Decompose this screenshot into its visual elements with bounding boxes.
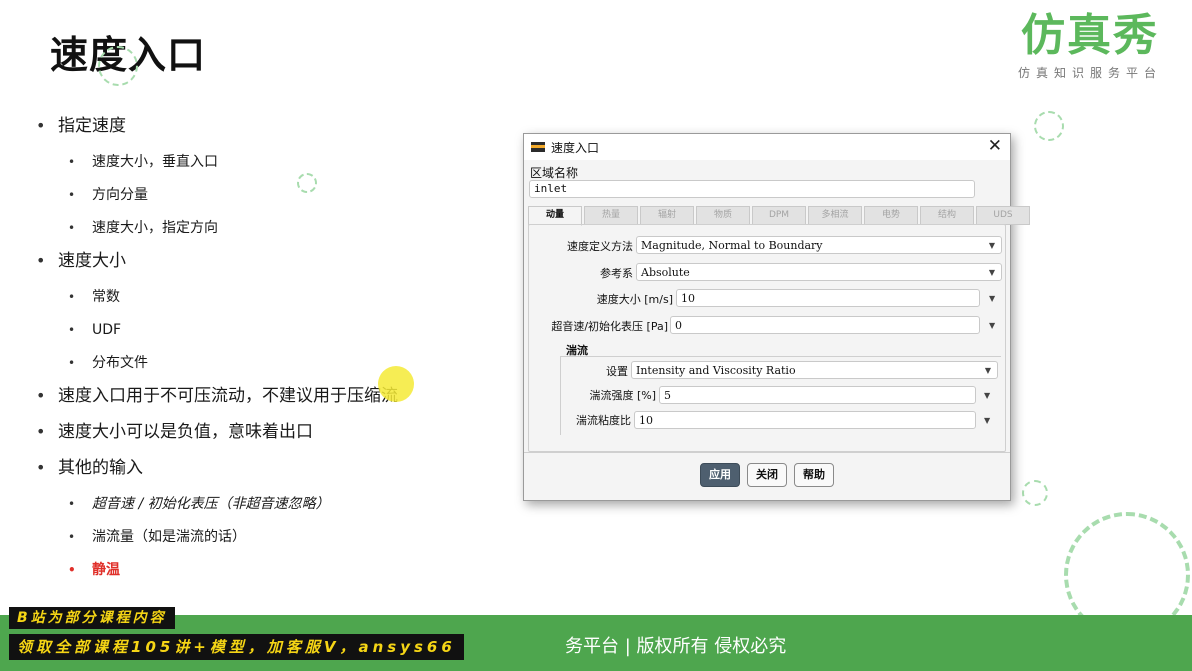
help-button[interactable]: 帮助 bbox=[794, 463, 834, 487]
promo-overlay-line1: B站为部分课程内容 bbox=[9, 607, 175, 629]
velocity-magnitude-input[interactable]: 10 bbox=[676, 289, 980, 307]
sub-bullet-item: UDF bbox=[36, 316, 476, 349]
tab-bar: 动量 热量 辐射 物质 DPM 多相流 电势 结构 UDS bbox=[528, 206, 1032, 226]
bullet-list: 指定速度 速度大小，垂直入口 方向分量 速度大小，指定方向 速度大小 常数 UD… bbox=[36, 112, 476, 589]
velocity-method-value: Magnitude, Normal to Boundary bbox=[641, 239, 823, 252]
logo-main: 仿真秀 bbox=[1021, 10, 1159, 61]
velocity-method-select[interactable]: Magnitude, Normal to Boundary ▼ bbox=[636, 236, 1002, 254]
tab-momentum[interactable]: 动量 bbox=[528, 206, 582, 226]
turbulence-spec-value: Intensity and Viscosity Ratio bbox=[636, 364, 796, 377]
dialog-title: 速度入口 bbox=[551, 140, 600, 155]
sub-bullet-item: 超音速 / 初始化表压（非超音速忽略） bbox=[36, 490, 476, 523]
sub-bullet-item: 速度大小，指定方向 bbox=[36, 214, 476, 247]
chevron-down-icon[interactable]: ▼ bbox=[984, 391, 990, 400]
footer-copyright-text: 务平台 | 版权所有 侵权必究 bbox=[565, 636, 787, 657]
velocity-inlet-dialog: 速度入口 ✕ 区域名称 inlet 动量 热量 辐射 物质 DPM 多相流 电势… bbox=[523, 133, 1030, 501]
fluent-app-icon bbox=[531, 142, 545, 152]
logo-subtitle: 仿真知识服务平台 bbox=[1017, 66, 1162, 80]
logo: 仿真秀 仿真知识服务平台 bbox=[1010, 10, 1170, 81]
chevron-down-icon[interactable]: ▼ bbox=[989, 294, 995, 303]
chevron-down-icon: ▼ bbox=[988, 241, 995, 250]
sub-bullet-item-highlight: 静温 bbox=[36, 556, 476, 589]
turbulent-intensity-input[interactable]: 5 bbox=[659, 386, 976, 404]
velocity-method-label: 速度定义方法 bbox=[567, 240, 633, 253]
dialog-titlebar[interactable]: 速度入口 ✕ bbox=[524, 134, 1010, 160]
zone-name-input[interactable]: inlet bbox=[529, 180, 975, 198]
chevron-down-icon: ▼ bbox=[984, 366, 991, 375]
cursor-highlight bbox=[378, 366, 414, 402]
gauge-pressure-label: 超音速/初始化表压 [Pa] bbox=[551, 320, 668, 333]
apply-button[interactable]: 应用 bbox=[700, 463, 740, 487]
close-button[interactable]: 关闭 bbox=[747, 463, 787, 487]
turbulent-intensity-label: 湍流强度 [%] bbox=[589, 389, 656, 402]
tab-uds[interactable]: UDS bbox=[976, 206, 1030, 225]
reference-frame-label: 参考系 bbox=[600, 267, 633, 280]
tab-dpm[interactable]: DPM bbox=[752, 206, 806, 225]
decorative-circle bbox=[98, 46, 138, 86]
decorative-circle bbox=[1034, 111, 1064, 141]
tab-species[interactable]: 物质 bbox=[696, 206, 750, 225]
tab-structure[interactable]: 结构 bbox=[920, 206, 974, 225]
sub-bullet-item: 方向分量 bbox=[36, 181, 476, 214]
decorative-circle bbox=[1022, 480, 1048, 506]
tab-multiphase[interactable]: 多相流 bbox=[808, 206, 862, 225]
bullet-item: 指定速度 bbox=[36, 112, 476, 148]
bullet-item: 其他的输入 bbox=[36, 454, 476, 490]
dialog-footer-divider bbox=[524, 452, 1010, 453]
promo-overlay-line2: 领取全部课程105讲+模型，加客服V，ansys66 bbox=[9, 634, 464, 660]
turbulence-title: 湍流 bbox=[566, 344, 588, 357]
zone-name-label: 区域名称 bbox=[530, 166, 579, 180]
bullet-item: 速度大小可以是负值，意味着出口 bbox=[36, 418, 476, 454]
tab-potential[interactable]: 电势 bbox=[864, 206, 918, 225]
turbulence-spec-label: 设置 bbox=[606, 365, 628, 378]
viscosity-ratio-input[interactable]: 10 bbox=[634, 411, 976, 429]
chevron-down-icon: ▼ bbox=[988, 268, 995, 277]
velocity-magnitude-label: 速度大小 [m/s] bbox=[596, 293, 673, 306]
tab-radiation[interactable]: 辐射 bbox=[640, 206, 694, 225]
chevron-down-icon[interactable]: ▼ bbox=[989, 321, 995, 330]
reference-frame-value: Absolute bbox=[641, 266, 690, 279]
gauge-pressure-input[interactable]: 0 bbox=[670, 316, 980, 334]
sub-bullet-item: 速度大小，垂直入口 bbox=[36, 148, 476, 181]
tab-thermal[interactable]: 热量 bbox=[584, 206, 638, 225]
reference-frame-select[interactable]: Absolute ▼ bbox=[636, 263, 1002, 281]
turbulence-spec-select[interactable]: Intensity and Viscosity Ratio ▼ bbox=[631, 361, 998, 379]
viscosity-ratio-label: 湍流粘度比 bbox=[576, 414, 631, 427]
chevron-down-icon[interactable]: ▼ bbox=[984, 416, 990, 425]
bullet-item: 速度大小 bbox=[36, 247, 476, 283]
sub-bullet-item: 常数 bbox=[36, 283, 476, 316]
sub-bullet-item: 湍流量（如是湍流的话） bbox=[36, 523, 476, 556]
close-icon[interactable]: ✕ bbox=[988, 136, 1002, 156]
